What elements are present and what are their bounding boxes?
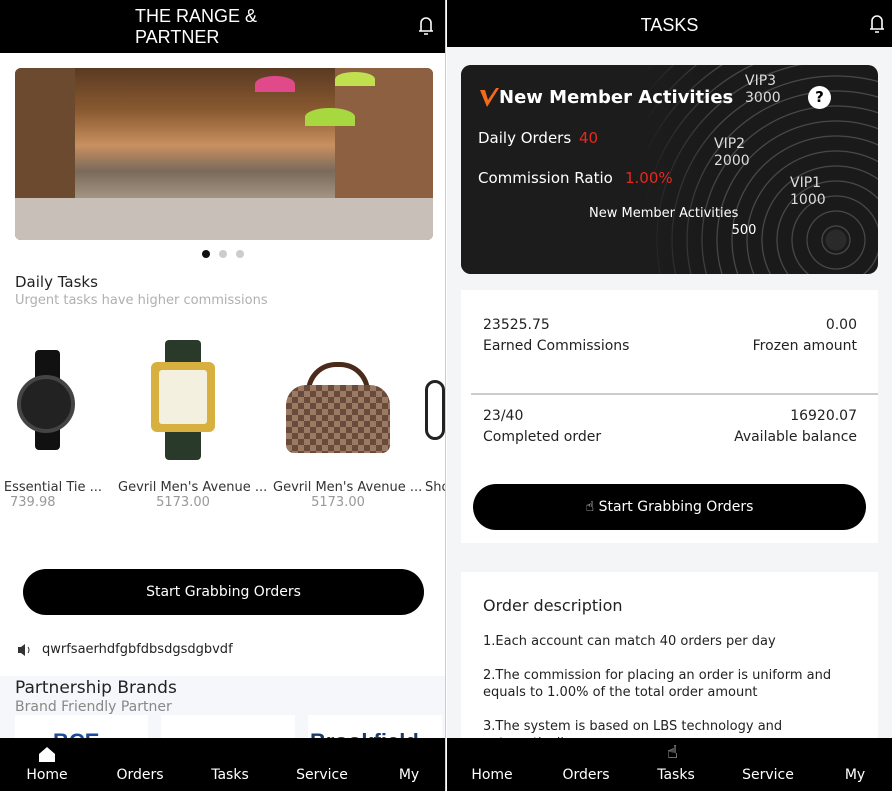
nav-service[interactable]: Service	[296, 767, 348, 783]
level-value: 2000	[714, 153, 750, 169]
description-title: Order description	[483, 596, 623, 615]
completed-label: Completed order	[483, 429, 602, 445]
vip-card: New Member Activities Daily Orders 40 Co…	[461, 65, 878, 274]
product-card[interactable]: Gevril Men's Avenue ... 5173.00	[118, 340, 268, 510]
available-balance: 16920.07 Available balance	[734, 406, 857, 448]
product-name: en Essential Tie ...	[0, 480, 102, 495]
frozen-label: Frozen amount	[752, 338, 857, 354]
divider	[471, 393, 878, 395]
carousel-dot[interactable]	[219, 250, 227, 258]
level-name: VIP2	[714, 136, 746, 152]
tap-icon: ☝	[585, 499, 595, 515]
home-icon	[39, 747, 55, 762]
product-card[interactable]: en Essential Tie ... 739.98	[0, 340, 110, 510]
nav-tasks[interactable]: Tasks	[211, 767, 249, 783]
order-description-card: Order description 1.Each account can mat…	[461, 572, 878, 751]
header: TASKS	[447, 0, 892, 47]
stats-card: 23525.75 Earned Commissions 0.00 Frozen am…	[461, 290, 878, 543]
earned-commissions: 23525.75 Earned Commissions	[483, 315, 629, 357]
app-title: THE RANGE & PARTNER	[135, 6, 257, 48]
level-name: New Member Activities	[589, 206, 739, 221]
banner-image[interactable]	[15, 68, 433, 240]
title-line-1: THE RANGE &	[135, 6, 258, 26]
nav-my[interactable]: My	[399, 767, 419, 783]
partnership-section: Partnership Brands Brand Friendly Partne…	[0, 676, 445, 746]
product-card[interactable]: Gevril Men's Avenue ... 5173.00	[273, 340, 423, 510]
product-price: 5173.00	[156, 495, 210, 510]
tap-icon: ☝	[667, 742, 678, 763]
balance-label: Available balance	[734, 429, 857, 445]
frozen-value: 0.00	[825, 317, 857, 333]
nav-orders[interactable]: Orders	[562, 767, 609, 783]
product-price: 739.98	[10, 495, 56, 510]
bag-image	[278, 340, 398, 460]
watch-image	[143, 340, 223, 460]
bell-icon[interactable]	[868, 13, 886, 35]
watch-image	[15, 340, 75, 460]
product-name: Gevril Men's Avenue ...	[273, 480, 423, 495]
nav-service[interactable]: Service	[742, 767, 794, 783]
nav-home[interactable]: Home	[26, 767, 67, 783]
v-logo-icon	[480, 88, 499, 107]
bag-image	[420, 340, 445, 460]
daily-orders-label: Daily Orders	[478, 129, 572, 147]
product-name: Sho	[425, 480, 445, 495]
completed-orders: 23/40 Completed order	[483, 406, 601, 448]
description-item: 2.The commission for placing an order is…	[483, 668, 832, 700]
partners-subtitle: Brand Friendly Partner	[15, 699, 172, 715]
bell-icon[interactable]	[417, 15, 435, 37]
nav-home[interactable]: Home	[471, 767, 512, 783]
frozen-amount: 0.00 Frozen amount	[753, 315, 857, 357]
help-icon[interactable]: ?	[808, 86, 831, 109]
start-grabbing-orders-button[interactable]: Start Grabbing Orders	[23, 569, 424, 615]
speaker-icon	[18, 644, 30, 656]
daily-orders-value: 40	[579, 129, 599, 147]
balance-value: 16920.07	[790, 408, 857, 424]
level-name: VIP3	[745, 73, 777, 89]
nav-orders[interactable]: Orders	[116, 767, 163, 783]
vip3-level: VIP3 3000	[745, 73, 781, 107]
description-item: 1.Each account can match 40 orders per d…	[483, 634, 776, 649]
card-title: New Member Activities	[499, 87, 734, 108]
nav-tasks[interactable]: Tasks	[657, 767, 695, 783]
level-name: VIP1	[790, 175, 822, 191]
level-value: 1000	[790, 192, 826, 208]
header: THE RANGE & PARTNER	[0, 0, 445, 53]
product-card[interactable]: Sho	[420, 340, 445, 495]
partners-title: Partnership Brands	[15, 678, 177, 698]
earned-label: Earned Commissions	[483, 338, 630, 354]
home-screen: THE RANGE & PARTNER Daily Tasks Urgent t…	[0, 0, 446, 791]
vip2-level: VIP2 2000	[714, 136, 750, 170]
completed-value: 23/40	[483, 408, 524, 424]
level-value: 3000	[745, 90, 781, 106]
bottom-nav: ☝ Home Orders Tasks Service My	[447, 738, 892, 791]
bottom-nav: Home Orders Tasks Service My	[0, 738, 445, 791]
button-label: Start Grabbing Orders	[598, 499, 754, 515]
carousel-dot[interactable]	[236, 250, 244, 258]
title-line-2: PARTNER	[135, 27, 220, 47]
carousel-dot-active[interactable]	[202, 250, 210, 258]
nav-my[interactable]: My	[845, 767, 865, 783]
start-grabbing-orders-button[interactable]: ☝ Start Grabbing Orders	[473, 484, 866, 530]
new-member-level: New Member Activities 500	[589, 205, 756, 239]
commission-label: Commission Ratio	[478, 169, 613, 187]
product-price: 5173.00	[311, 495, 365, 510]
commission-value: 1.00%	[625, 169, 673, 187]
page-title: TASKS	[640, 15, 699, 35]
level-value: 500	[731, 223, 757, 238]
vip1-level: VIP1 1000	[790, 175, 826, 209]
earned-value: 23525.75	[483, 317, 550, 333]
notice-text: qwrfsaerhdfgbfdbsdgsdgbvdf	[42, 642, 233, 657]
daily-tasks-subtitle: Urgent tasks have higher commissions	[15, 293, 268, 308]
daily-tasks-title: Daily Tasks	[15, 273, 98, 291]
product-name: Gevril Men's Avenue ...	[118, 480, 268, 495]
